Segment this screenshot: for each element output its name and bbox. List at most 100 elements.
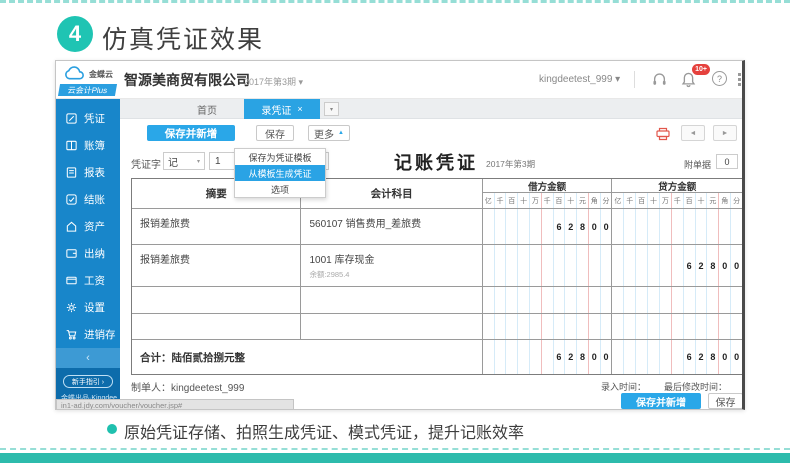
digit-cell	[601, 287, 612, 313]
credit-cell[interactable]: 62800	[612, 245, 742, 286]
apps-icon[interactable]	[738, 73, 745, 86]
digit-cell	[612, 209, 624, 244]
digit-cell	[648, 340, 660, 374]
amount-cells[interactable]	[483, 287, 612, 313]
sidebar-item-结账[interactable]: 结账	[56, 186, 120, 213]
digit-cell	[518, 245, 530, 286]
digit-cell	[577, 287, 589, 313]
voucher-row[interactable]: 报销差旅费560107 销售费用_差旅费62800	[132, 209, 742, 245]
digit-cell	[542, 287, 554, 313]
save-button[interactable]: 保存	[256, 125, 294, 141]
digit-cell	[624, 340, 636, 374]
next-voucher-button[interactable]: ►	[713, 125, 737, 141]
app-logo[interactable]: 金蝶云 云会计Plus	[56, 61, 120, 99]
prev-voucher-button[interactable]: ◄	[681, 125, 705, 141]
sidebar-item-账簿[interactable]: 账簿	[56, 132, 120, 159]
amount-cells[interactable]	[612, 314, 742, 339]
summary-cell[interactable]	[132, 314, 301, 339]
voucher-table: 摘要会计科目借方金额亿千百十万千百十元角分贷方金额亿千百十万千百十元角分报销差旅…	[131, 178, 743, 375]
amount-cells[interactable]: 62800	[483, 209, 612, 244]
credit-cell[interactable]	[612, 209, 742, 244]
save-and-new-button[interactable]: 保存并新增	[147, 125, 235, 141]
account-cell[interactable]: 560107 销售费用_差旅费	[301, 209, 482, 244]
menu-item[interactable]: 选项	[235, 181, 325, 197]
digit-cell	[636, 287, 648, 313]
digit-cell	[672, 340, 684, 374]
more-label: 更多	[314, 126, 334, 141]
debit-cell[interactable]	[483, 245, 613, 286]
sidebar-item-报表[interactable]: 报表	[56, 159, 120, 186]
amount-cells[interactable]	[612, 287, 742, 313]
sidebar-item-设置[interactable]: 设置	[56, 294, 120, 321]
digit-cell	[506, 287, 518, 313]
credit-cell[interactable]	[612, 287, 742, 313]
inventory-icon	[65, 328, 78, 341]
account-cell[interactable]: 1001 库存现金余额:2985.4	[301, 245, 482, 286]
sidebar-item-进销存[interactable]: 进销存	[56, 321, 120, 348]
amount-cells[interactable]: 62800	[612, 245, 742, 286]
amount-cells[interactable]	[483, 314, 612, 339]
account-cell[interactable]	[301, 287, 482, 313]
voucher-word-select[interactable]: 记 ▾	[163, 152, 205, 170]
chevron-down-icon: ▾	[197, 158, 200, 165]
print-icon[interactable]	[654, 126, 672, 141]
amount-cells[interactable]: 62800	[483, 340, 612, 374]
digit-column-header: 角	[719, 193, 731, 208]
account-cell[interactable]	[301, 314, 482, 339]
period-selector[interactable]: 2017年第3期 ▾	[244, 75, 303, 88]
amount-cells[interactable]	[612, 209, 742, 244]
tab-list-dropdown[interactable]: ▾	[324, 102, 339, 116]
summary-cell[interactable]: 报销差旅费	[132, 209, 301, 244]
total-label: 合计：陆佰贰拾捌元整	[132, 340, 483, 374]
tab-home[interactable]: 首页	[176, 99, 238, 119]
more-button[interactable]: 更多 ▲	[308, 125, 350, 141]
sidebar-item-出纳[interactable]: 出纳	[56, 240, 120, 267]
amount-cells[interactable]	[483, 245, 612, 286]
amount-cells[interactable]: 62800	[612, 340, 742, 374]
debit-cell[interactable]	[483, 287, 613, 313]
voucher-row[interactable]	[132, 314, 742, 340]
user-menu[interactable]: kingdeetest_999 ▾	[539, 74, 620, 85]
sidebar-collapse-button[interactable]: ‹	[56, 348, 120, 368]
summary-cell[interactable]	[132, 287, 301, 313]
sidebar-item-label: 结账	[84, 192, 105, 207]
digit-cell	[719, 314, 731, 339]
sidebar-item-凭证[interactable]: 凭证	[56, 105, 120, 132]
digit-column-header: 百	[684, 193, 696, 208]
sidebar-item-label: 工资	[84, 273, 105, 288]
voucher-row[interactable]: 报销差旅费1001 库存现金余额:2985.4 62800	[132, 245, 742, 287]
guide-button[interactable]: 新手指引 ›	[63, 375, 113, 388]
product-ribbon: 云会计Plus	[58, 84, 117, 96]
attachment-count-input[interactable]: 0	[716, 154, 738, 169]
menu-item[interactable]: 保存为凭证模板	[235, 149, 325, 165]
tab-close-icon[interactable]: ×	[297, 104, 302, 114]
digit-cell	[495, 340, 507, 374]
headset-icon[interactable]	[651, 71, 668, 88]
digit-cell	[696, 314, 708, 339]
footer-save-button[interactable]: 保存	[708, 393, 743, 409]
sidebar-item-资产[interactable]: 资产	[56, 213, 120, 240]
digit-cell	[495, 314, 507, 339]
digit-cell	[506, 209, 518, 244]
digit-cell	[483, 245, 495, 286]
help-icon[interactable]: ?	[712, 71, 727, 86]
footer-save-and-new-button[interactable]: 保存并新增	[621, 393, 701, 409]
digit-cell: 8	[707, 245, 719, 286]
browser-status-bar: in1-ad.jdy.com/voucher/voucher.jsp#	[56, 399, 294, 410]
credit-cell[interactable]	[612, 314, 742, 339]
menu-item[interactable]: 从模板生成凭证	[235, 165, 325, 181]
debit-cell[interactable]: 62800	[483, 209, 613, 244]
digit-cell	[612, 340, 624, 374]
voucher-word-label: 凭证字	[131, 156, 161, 171]
tab-voucher-entry[interactable]: 录凭证 ×	[244, 99, 320, 119]
digit-cell	[672, 209, 684, 244]
digit-cell	[483, 287, 495, 313]
voucher-row[interactable]	[132, 287, 742, 314]
digit-cell: 0	[601, 209, 612, 244]
debit-cell[interactable]	[483, 314, 613, 339]
ledger-icon	[65, 139, 78, 152]
digit-cell	[636, 209, 648, 244]
digit-cell	[636, 245, 648, 286]
summary-cell[interactable]: 报销差旅费	[132, 245, 301, 286]
sidebar-item-工资[interactable]: 工资	[56, 267, 120, 294]
